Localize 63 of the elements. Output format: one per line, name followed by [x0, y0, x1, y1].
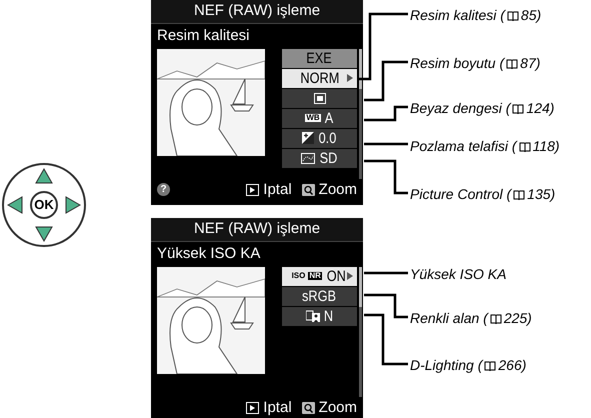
- menu-option[interactable]: EXE: [282, 48, 357, 68]
- callout-label: Beyaz dengesi (: [410, 99, 510, 118]
- cancel-label[interactable]: Iptal: [263, 396, 292, 418]
- screen-subtitle: Resim kalitesi: [156, 26, 251, 46]
- multi-selector[interactable]: OK: [2, 163, 86, 247]
- callout-label: Picture Control (: [410, 185, 512, 204]
- menu-option[interactable]: NORM: [282, 68, 357, 88]
- callout-label: Pozlama telafisi (: [410, 137, 517, 156]
- book-icon: [506, 58, 518, 68]
- callout-label: Resim boyutu (: [410, 54, 504, 73]
- menu-option[interactable]: [282, 88, 357, 108]
- book-icon: [512, 104, 524, 114]
- option-value: N: [323, 308, 333, 324]
- option-value: NORM: [300, 70, 339, 86]
- page-reference: 266): [498, 356, 526, 375]
- book-icon: [506, 10, 519, 20]
- zoom-label[interactable]: Zoom: [318, 178, 357, 201]
- zoom-label[interactable]: Zoom: [318, 396, 357, 418]
- page-reference: 118): [532, 137, 560, 156]
- ok-button[interactable]: OK: [30, 191, 58, 219]
- screen-title: NEF (RAW) işleme: [194, 219, 320, 239]
- option-value: SD: [319, 150, 337, 166]
- d-lighting-icon: [306, 310, 320, 322]
- page-reference: 87): [520, 54, 540, 73]
- menu-option[interactable]: N: [282, 306, 357, 326]
- playback-icon: [246, 184, 260, 196]
- cancel-label[interactable]: Iptal: [263, 178, 292, 201]
- callout-label: Resim kalitesi (: [410, 6, 505, 25]
- playback-icon: [246, 402, 260, 414]
- zoom-icon: [302, 184, 315, 196]
- book-icon: [518, 142, 531, 152]
- page-reference: 225): [504, 309, 532, 328]
- option-value: 0.0: [318, 130, 336, 146]
- menu-option[interactable]: SD: [282, 148, 357, 168]
- page-reference: 124): [526, 99, 554, 118]
- callout-label: Yüksek ISO KA: [410, 265, 506, 284]
- caret-icon: [347, 272, 353, 280]
- menu-option[interactable]: WB A: [282, 108, 357, 128]
- book-icon: [513, 190, 526, 200]
- callout-label: D-Lighting (: [410, 356, 482, 375]
- book-icon: [490, 314, 502, 324]
- option-prefix: ISO: [292, 272, 306, 280]
- menu-option[interactable]: ISO NR ON: [282, 266, 357, 286]
- option-value: EXE: [306, 50, 332, 66]
- option-badge: NR: [308, 272, 322, 280]
- option-value: ON: [326, 268, 346, 284]
- picture-control-icon: [300, 152, 315, 164]
- option-value: sRGB: [302, 288, 336, 304]
- zoom-icon: [302, 402, 315, 414]
- menu-option[interactable]: 0.0: [282, 128, 357, 148]
- book-icon: [484, 360, 496, 370]
- screen-subtitle: Yüksek ISO KA: [156, 244, 262, 264]
- option-value: A: [324, 110, 333, 126]
- menu-option[interactable]: sRGB: [282, 286, 357, 306]
- caret-icon: [347, 74, 353, 82]
- page-reference: 85): [520, 6, 542, 25]
- screen-title: NEF (RAW) işleme: [194, 1, 320, 21]
- option-badge: WB: [305, 114, 321, 122]
- callout-label: Renkli alan (: [410, 309, 488, 328]
- page-reference: 135): [527, 185, 556, 204]
- exposure-icon: [302, 132, 314, 144]
- image-size-icon: [314, 92, 326, 104]
- help-icon[interactable]: ?: [157, 183, 170, 196]
